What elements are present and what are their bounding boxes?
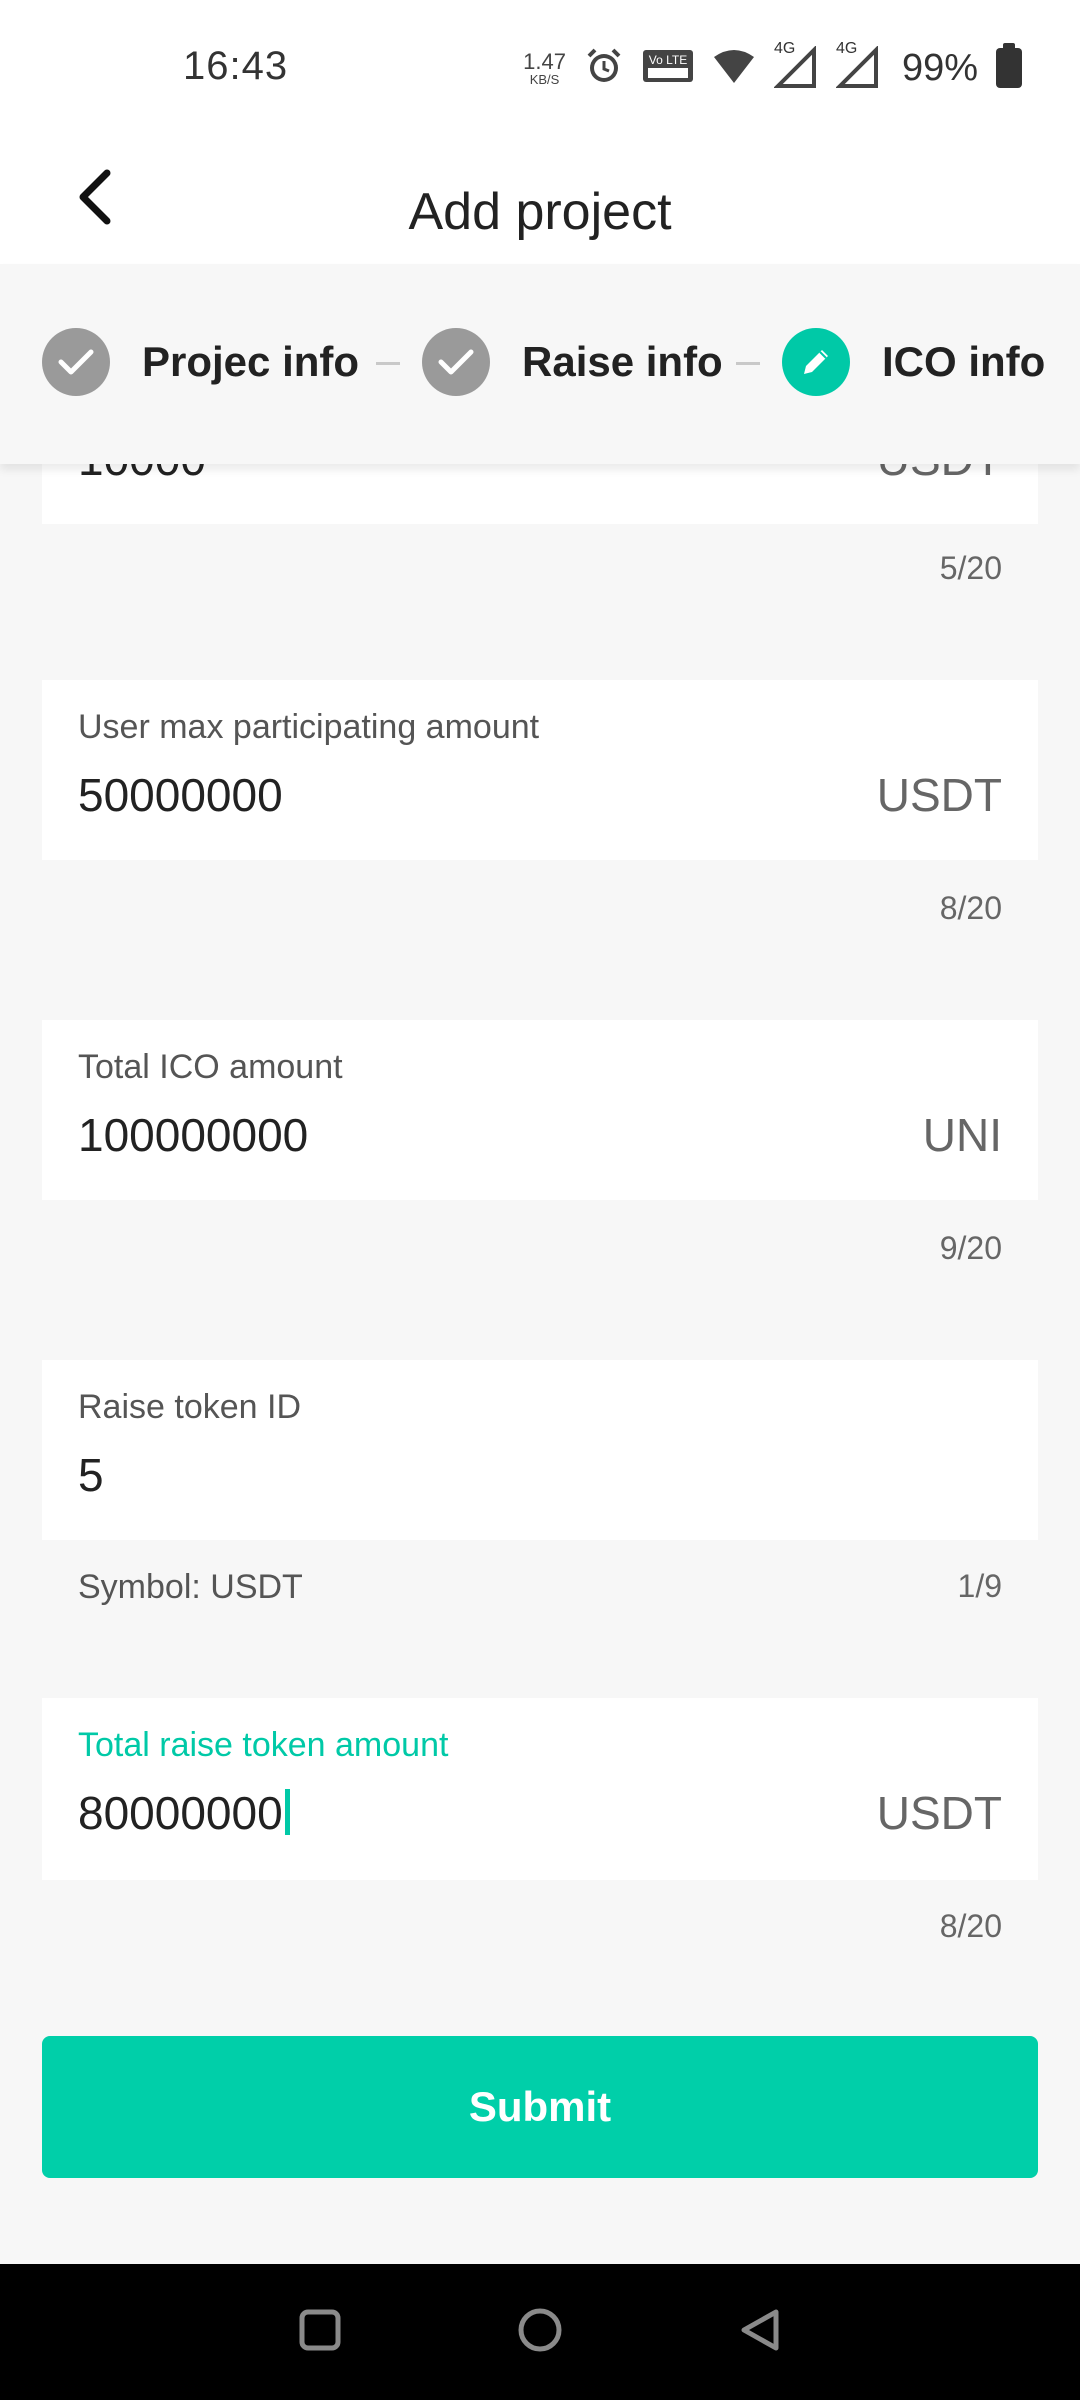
raise-token-id-label: Raise token ID — [78, 1388, 301, 1426]
step-raise-info[interactable]: Raise info — [422, 328, 723, 396]
home-button[interactable] — [510, 2302, 570, 2362]
user-max-unit: USDT — [876, 769, 1002, 821]
partial-counter: 5/20 — [939, 550, 1002, 586]
check-icon — [42, 328, 110, 396]
step-ico-info[interactable]: ICO info — [782, 328, 1045, 396]
step-label-raise-info: Raise info — [522, 338, 723, 385]
partial-value: 10000 — [78, 464, 206, 486]
total-raise-label: Total raise token amount — [78, 1726, 449, 1764]
total-raise-input[interactable]: 80000000 — [78, 1786, 290, 1840]
signal-icon-1: 4G — [773, 40, 818, 90]
total-ico-counter: 9/20 — [939, 1230, 1002, 1266]
field-user-max[interactable]: User max participating amount 50000000 U… — [42, 680, 1038, 860]
status-icons: 1.47 KB/S Vo LTE 4G 4G 99% — [523, 40, 1022, 96]
step-label-ico-info: ICO info — [882, 338, 1046, 385]
check-icon — [422, 328, 490, 396]
partial-unit: USDT — [877, 464, 1002, 486]
wifi-icon — [712, 47, 756, 90]
total-ico-label: Total ICO amount — [78, 1048, 343, 1086]
volte-icon: Vo LTE — [642, 46, 694, 91]
app-header: Add project — [0, 134, 1080, 264]
total-raise-unit: USDT — [876, 1787, 1002, 1839]
step-project-info[interactable]: Projec info — [42, 328, 359, 396]
step-label-project-info: Projec info — [142, 338, 360, 385]
raise-token-symbol-hint: Symbol: USDT — [78, 1568, 303, 1606]
square-icon — [298, 2308, 342, 2357]
field-total-raise[interactable]: Total raise token amount 80000000 USDT — [42, 1698, 1038, 1880]
raise-token-id-counter: 1/9 — [957, 1568, 1002, 1604]
net-speed-value: 1.47 — [523, 48, 566, 74]
total-raise-counter: 8/20 — [939, 1908, 1002, 1944]
raise-token-id-value[interactable]: 5 — [78, 1448, 104, 1502]
status-bar: 16:43 1.47 KB/S Vo LTE 4G 4G 99% — [0, 0, 1080, 134]
user-max-value[interactable]: 50000000 — [78, 768, 283, 822]
step-indicator: Projec info Raise info ICO info — [0, 264, 1080, 464]
page-title: Add project — [408, 183, 672, 241]
user-max-counter: 8/20 — [939, 890, 1002, 926]
pencil-icon — [782, 328, 850, 396]
total-ico-unit: UNI — [922, 1109, 1002, 1161]
back-nav-button[interactable] — [730, 2302, 790, 2362]
total-ico-value[interactable]: 100000000 — [78, 1108, 308, 1162]
recents-button[interactable] — [290, 2302, 350, 2362]
signal-icon-2: 4G — [835, 40, 880, 90]
total-raise-value: 80000000 — [78, 1787, 283, 1839]
user-max-label: User max participating amount — [78, 708, 540, 746]
triangle-back-icon — [736, 2306, 784, 2359]
step-divider — [376, 362, 400, 365]
alarm-icon — [584, 46, 624, 91]
form-scroll-area[interactable]: 10000 USDT 5/20 User max participating a… — [0, 464, 1080, 2264]
net-speed: 1.47 KB/S — [523, 48, 566, 87]
text-cursor — [284, 1789, 290, 1835]
submit-button[interactable]: Submit — [42, 2036, 1038, 2178]
field-total-ico[interactable]: Total ICO amount 100000000 UNI — [42, 1020, 1038, 1200]
net-speed-unit: KB/S — [529, 71, 560, 87]
battery-percent: 99% — [901, 46, 978, 89]
volte-label: Vo LTE — [649, 53, 687, 67]
step-divider — [736, 362, 760, 365]
field-partial[interactable]: 10000 USDT — [42, 464, 1038, 524]
circle-icon — [516, 2306, 564, 2359]
battery-icon — [996, 43, 1022, 88]
field-raise-token-id[interactable]: Raise token ID 5 — [42, 1360, 1038, 1540]
status-time: 16:43 — [183, 44, 289, 88]
system-nav-bar — [0, 2264, 1080, 2400]
